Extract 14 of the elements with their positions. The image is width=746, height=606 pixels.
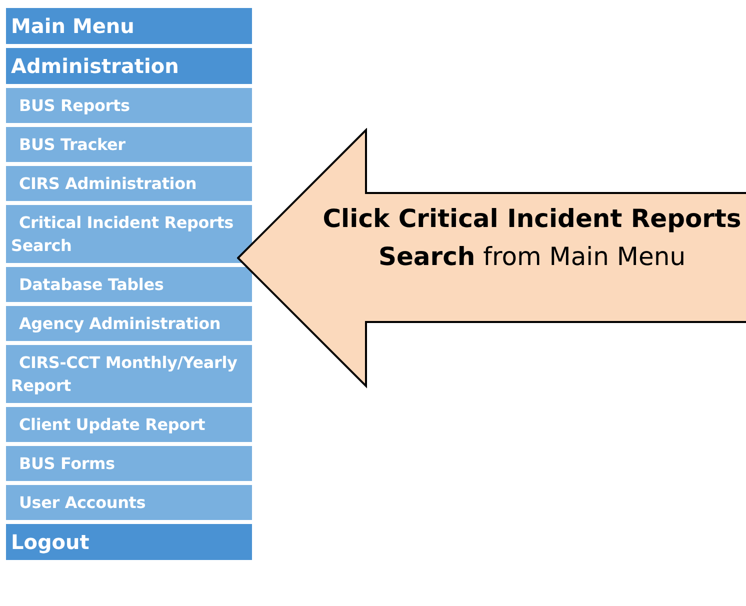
menu-header[interactable]: Main Menu <box>6 8 252 44</box>
menu-item[interactable]: Client Update Report <box>6 407 252 442</box>
menu-item[interactable]: CIRS Administration <box>6 166 252 201</box>
menu-item[interactable]: Critical Incident Reports Search <box>6 205 252 263</box>
menu-item[interactable]: CIRS-CCT Monthly/Yearly Report <box>6 345 252 403</box>
menu-header[interactable]: Administration <box>6 48 252 84</box>
menu-item[interactable]: User Accounts <box>6 485 252 520</box>
menu-item[interactable]: Agency Administration <box>6 306 252 341</box>
callout-text: Click Critical Incident Reports Search from Main Menu <box>322 203 742 273</box>
menu-header[interactable]: Logout <box>6 524 252 560</box>
menu-item[interactable]: Database Tables <box>6 267 252 302</box>
menu-item[interactable]: BUS Forms <box>6 446 252 481</box>
menu-item[interactable]: BUS Tracker <box>6 127 252 162</box>
menu-item[interactable]: BUS Reports <box>6 88 252 123</box>
